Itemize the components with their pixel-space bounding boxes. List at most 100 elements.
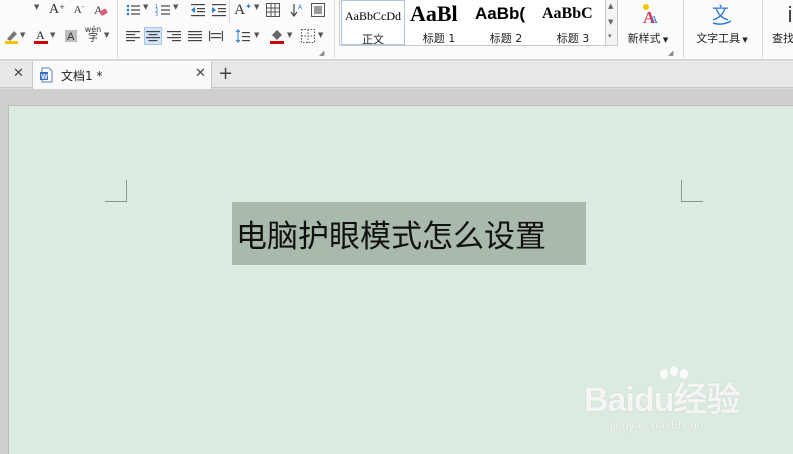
shrink-font-icon: A [73, 4, 82, 16]
scroll-up-icon[interactable]: ▲ [608, 2, 613, 10]
highlight-button[interactable] [3, 27, 21, 45]
shrink-font-button[interactable]: A- [70, 1, 88, 19]
align-left-button[interactable] [124, 27, 142, 45]
find-icon [789, 6, 791, 22]
increase-indent-button[interactable] [210, 1, 228, 19]
svg-text:W: W [41, 74, 48, 81]
table-button[interactable] [264, 1, 282, 19]
styles-dialog-launcher[interactable]: ◢ [668, 49, 673, 57]
gallery-expand-icon[interactable]: ▾ [608, 32, 612, 40]
style-gallery-scroll[interactable]: ▲ ▼ ▾ [606, 0, 618, 46]
watermark-url: jingyan.baidu.com [610, 418, 707, 432]
style-normal[interactable]: AaBbCcDd 正文 [341, 0, 405, 45]
find-label: 查找 [772, 32, 793, 45]
font-color-dropdown-arrow[interactable]: ▼ [50, 31, 55, 39]
new-style-label: 新样式 ▼ [627, 32, 669, 45]
justify-icon [188, 31, 202, 42]
svg-text:A: A [650, 14, 658, 26]
align-left-icon [126, 31, 140, 42]
font-size-dropdown-arrow[interactable]: ▼ [34, 3, 39, 11]
table-grid-icon [266, 3, 280, 17]
text-tools-label: 文字工具 ▼ [696, 32, 748, 45]
style-heading-1-preview: AaBl [410, 1, 458, 26]
grow-font-icon: A [49, 2, 60, 17]
font-color-button[interactable]: A [32, 27, 50, 45]
new-style-button[interactable]: A A 新样式 ▼ [622, 0, 674, 58]
style-gallery: AaBbCcDd 正文 AaBl 标题 1 AaBb( 标题 2 AaBbC 标… [339, 0, 606, 46]
justify-button[interactable] [186, 27, 204, 45]
phonetic-guide-icon: 字 [88, 33, 98, 44]
distributed-button[interactable] [207, 27, 225, 45]
style-normal-preview: AaBbCcDd [345, 9, 401, 23]
scroll-down-icon[interactable]: ▼ [608, 18, 613, 26]
style-heading-3-preview: AaBbC [542, 5, 593, 22]
margin-corner-top-left [105, 180, 127, 202]
phonetic-guide-button[interactable]: wén 字 [82, 25, 104, 44]
selected-heading-text[interactable]: 电脑护眼模式怎么设置 [232, 202, 586, 265]
line-spacing-dropdown-arrow[interactable]: ▼ [254, 31, 259, 39]
svg-text:A: A [36, 28, 45, 42]
margin-corner-top-right [681, 180, 703, 202]
close-left-tab-icon[interactable]: ✕ [13, 66, 24, 81]
borders-icon [301, 29, 315, 43]
new-tab-button[interactable]: + [218, 63, 233, 84]
sort-button[interactable]: A [288, 1, 306, 19]
eraser-icon: A [94, 3, 108, 17]
bullets-button[interactable] [124, 1, 142, 19]
text-tools-button[interactable]: 文 文字工具 ▼ [688, 0, 756, 58]
align-right-button[interactable] [165, 27, 183, 45]
document-tab-bar: ✕ W 文档1 * ✕ + [0, 61, 793, 89]
style-heading-1[interactable]: AaBl 标题 1 [406, 0, 472, 45]
character-shading-button[interactable]: A [62, 27, 80, 45]
shading-dropdown-arrow[interactable]: ▼ [287, 31, 292, 39]
find-replace-button[interactable]: 查找 [766, 0, 793, 58]
clear-format-button[interactable]: A [92, 1, 110, 19]
svg-text:A: A [67, 31, 75, 43]
close-tab-icon[interactable]: ✕ [195, 66, 206, 81]
show-hide-button[interactable] [309, 1, 327, 19]
decrease-indent-icon [191, 4, 205, 17]
align-center-button[interactable] [144, 27, 162, 45]
text-effect-dropdown-arrow[interactable]: ▼ [254, 3, 259, 11]
baidu-jingyan-watermark: Baidu经验 jingyan.baidu.com [584, 364, 784, 436]
ribbon-toolbar: ▼ A+ A- A ▼ A ▼ A wén 字 ▼ ▼ 123 ▼ A✦ ▼ [0, 0, 793, 60]
text-effect-button[interactable]: A ✦ [234, 1, 252, 19]
grow-font-button[interactable]: A + [48, 1, 66, 19]
line-spacing-button[interactable] [234, 27, 252, 45]
decrease-indent-button[interactable] [189, 1, 207, 19]
bullets-dropdown-arrow[interactable]: ▼ [143, 3, 148, 11]
line-spacing-icon [235, 29, 250, 43]
style-heading-1-label: 标题 1 [422, 32, 456, 45]
style-heading-2-label: 标题 2 [489, 32, 523, 45]
bullet-list-icon [126, 4, 140, 16]
svg-text:A: A [298, 4, 303, 11]
sort-icon: A [290, 4, 303, 17]
show-hide-icon [311, 3, 325, 17]
tab-document-label: 文档1 * [61, 69, 103, 83]
tab-document-1[interactable]: W 文档1 * ✕ [32, 61, 212, 89]
borders-button[interactable] [299, 27, 317, 45]
style-normal-label: 正文 [362, 33, 384, 45]
new-style-icon: A A [643, 4, 658, 26]
style-heading-2-preview: AaBb( [475, 4, 526, 23]
character-shading-icon: A [65, 30, 77, 43]
increase-indent-icon [212, 4, 226, 17]
style-heading-3-label: 标题 3 [556, 32, 590, 45]
font-color-icon: A [34, 28, 48, 44]
style-heading-2[interactable]: AaBb( 标题 2 [473, 0, 539, 45]
numbering-dropdown-arrow[interactable]: ▼ [173, 3, 178, 11]
phonetic-dropdown-arrow[interactable]: ▼ [104, 31, 109, 39]
paint-bucket-icon [270, 30, 284, 44]
highlighter-icon [5, 31, 18, 44]
align-center-icon [146, 31, 160, 42]
shading-button[interactable] [268, 27, 286, 45]
paragraph-dialog-launcher[interactable]: ◢ [319, 49, 324, 57]
align-right-icon [167, 31, 181, 42]
svg-text:3: 3 [155, 12, 158, 18]
document-icon: W [40, 67, 53, 83]
text-effect-icon: A [234, 1, 246, 18]
highlight-dropdown-arrow[interactable]: ▼ [20, 31, 25, 39]
borders-dropdown-arrow[interactable]: ▼ [318, 31, 323, 39]
numbering-button[interactable]: 123 [154, 1, 172, 19]
style-heading-3[interactable]: AaBbC 标题 3 [540, 0, 606, 45]
